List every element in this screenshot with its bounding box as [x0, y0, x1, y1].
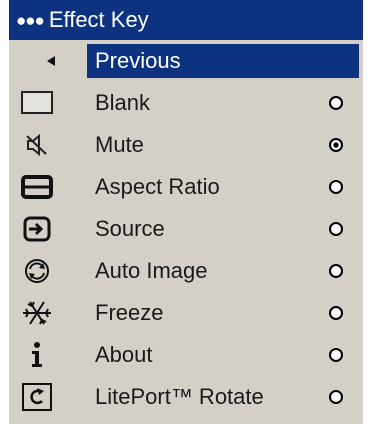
back-arrow-icon: [33, 40, 69, 82]
auto-image-icon: [19, 250, 55, 292]
menu-item-mute[interactable]: Mute: [9, 124, 363, 166]
radio-mute[interactable]: [328, 137, 344, 153]
previous-label: Previous: [95, 48, 181, 73]
radio-source[interactable]: [328, 221, 344, 237]
menu-item-blank[interactable]: Blank: [9, 82, 363, 124]
menu-item-label: Blank: [95, 90, 151, 115]
menu-item-aspect-ratio[interactable]: Aspect Ratio: [9, 166, 363, 208]
rotate-icon: [19, 376, 55, 418]
radio-freeze[interactable]: [328, 305, 344, 321]
menu-item-label: Freeze: [95, 300, 164, 325]
menu-item-label: LitePort™ Rotate: [95, 384, 264, 409]
radio-auto-image[interactable]: [328, 263, 344, 279]
mute-speaker-icon: [19, 124, 55, 166]
blank-screen-icon: [19, 82, 55, 124]
aspect-ratio-icon: [19, 166, 55, 208]
menu-item-label: About: [95, 342, 153, 367]
effect-key-menu: ●●● Effect Key Previous Blank Mute Aspec…: [9, 0, 363, 424]
menu-item-source[interactable]: Source: [9, 208, 363, 250]
menu-item-liteport-rotate[interactable]: LitePort™ Rotate: [9, 376, 363, 418]
previous-item[interactable]: Previous: [9, 40, 363, 82]
menu-item-label: Source: [95, 216, 165, 241]
radio-about[interactable]: [328, 347, 344, 363]
menu-item-label: Mute: [95, 132, 144, 157]
menu-item-freeze[interactable]: Freeze: [9, 292, 363, 334]
info-icon: [19, 334, 55, 376]
menu-item-about[interactable]: About: [9, 334, 363, 376]
menu-item-label: Auto Image: [95, 258, 208, 283]
menu-item-auto-image[interactable]: Auto Image: [9, 250, 363, 292]
radio-liteport-rotate[interactable]: [328, 389, 344, 405]
radio-blank[interactable]: [328, 95, 344, 111]
radio-aspect-ratio[interactable]: [328, 179, 344, 195]
freeze-snowflake-icon: [19, 292, 55, 334]
menu-item-label: Aspect Ratio: [95, 174, 220, 199]
menu-header: ●●● Effect Key: [9, 0, 363, 40]
source-input-icon: [19, 208, 55, 250]
menu-title: Effect Key: [48, 7, 149, 32]
menu-dots-icon: ●●●: [16, 10, 45, 30]
